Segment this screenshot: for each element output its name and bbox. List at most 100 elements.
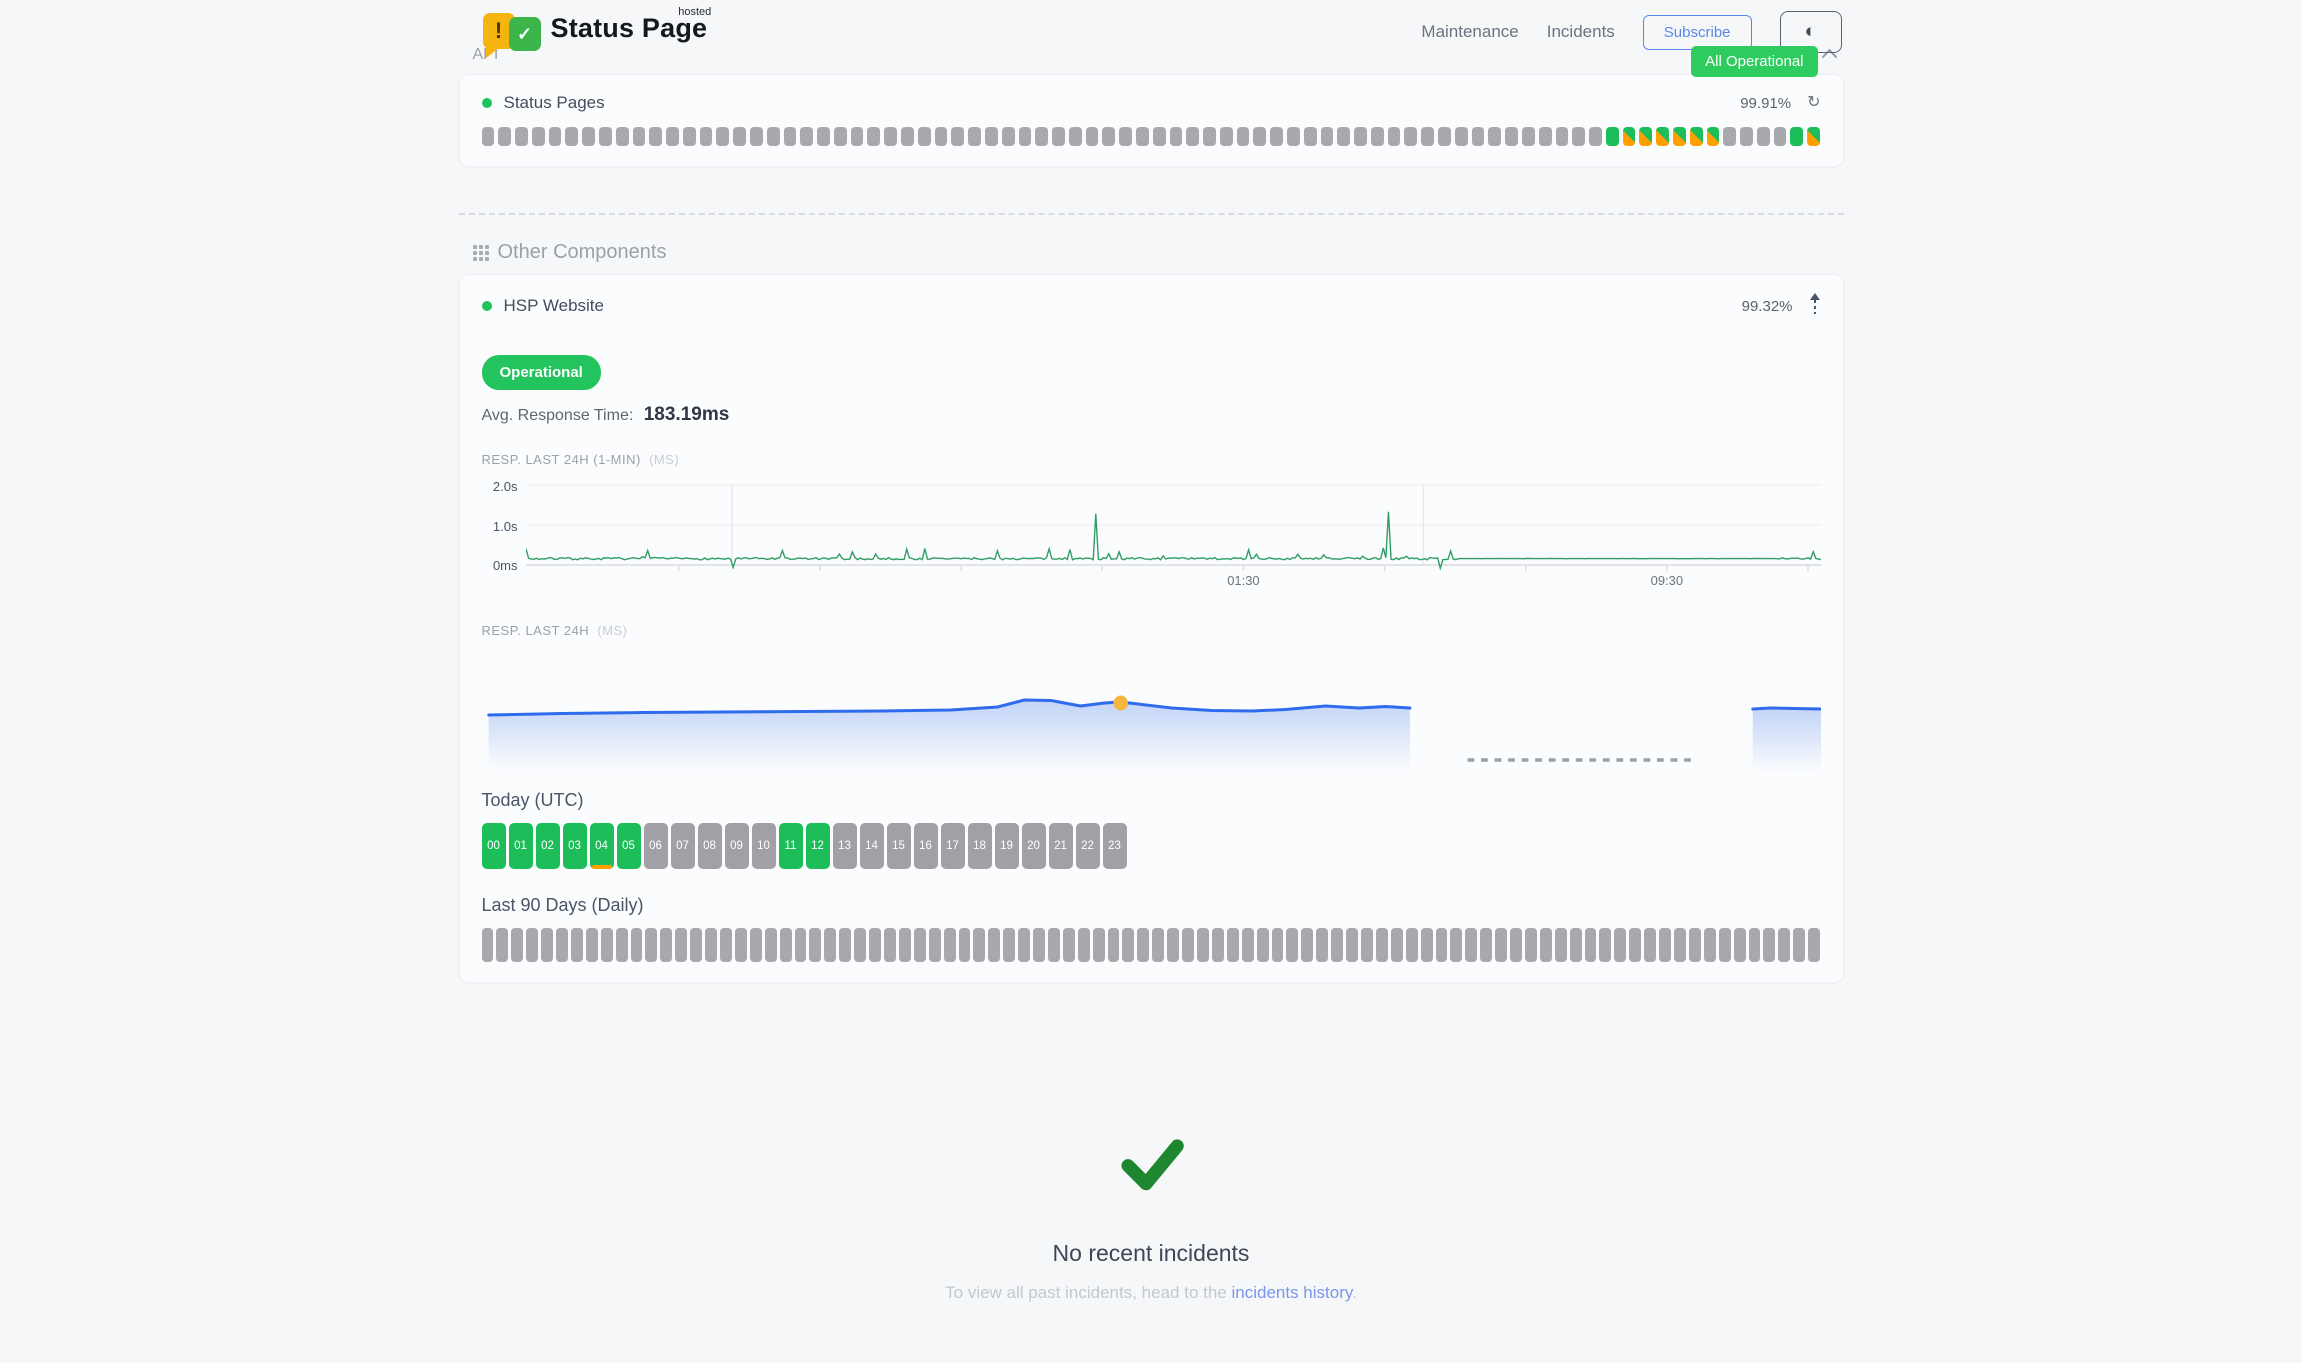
uptime-bar[interactable] (660, 928, 672, 962)
hour-block[interactable]: 00 (482, 823, 506, 869)
uptime-bar[interactable] (1086, 127, 1099, 146)
uptime-bar[interactable] (1757, 127, 1770, 146)
uptime-bar[interactable] (1316, 928, 1328, 962)
uptime-bar[interactable] (1421, 928, 1433, 962)
uptime-bar[interactable] (1093, 928, 1105, 962)
uptime-bar[interactable] (1346, 928, 1358, 962)
hour-block[interactable]: 06 (644, 823, 668, 869)
uptime-bar[interactable] (1790, 127, 1803, 146)
uptime-bar[interactable] (1286, 928, 1298, 962)
uptime-bar[interactable] (1472, 127, 1485, 146)
uptime-bar[interactable] (1505, 127, 1518, 146)
uptime-bar[interactable] (1078, 928, 1090, 962)
uptime-bar[interactable] (1589, 127, 1602, 146)
uptime-bar[interactable] (599, 127, 612, 146)
uptime-bar[interactable] (1614, 928, 1626, 962)
hour-block[interactable]: 08 (698, 823, 722, 869)
uptime-bar[interactable] (795, 928, 807, 962)
hour-block[interactable]: 12 (806, 823, 830, 869)
uptime-bar[interactable] (1182, 928, 1194, 962)
uptime-bar[interactable] (1388, 127, 1401, 146)
uptime-bar[interactable] (633, 127, 646, 146)
uptime-bar[interactable] (1525, 928, 1537, 962)
uptime-bar[interactable] (733, 127, 746, 146)
uptime-bar[interactable] (1689, 928, 1701, 962)
uptime-bar[interactable] (1465, 928, 1477, 962)
hour-block[interactable]: 19 (995, 823, 1019, 869)
uptime-bar[interactable] (1690, 127, 1703, 146)
uptime-bar[interactable] (1212, 928, 1224, 962)
uptime-bar[interactable] (1793, 928, 1805, 962)
refresh-icon[interactable]: ↻ (1807, 95, 1820, 111)
uptime-bar[interactable] (1153, 127, 1166, 146)
uptime-bar[interactable] (1436, 928, 1448, 962)
uptime-bar[interactable] (1778, 928, 1790, 962)
app-logo[interactable]: ! ✓ hosted Status Page (483, 9, 708, 55)
uptime-bar[interactable] (1270, 127, 1283, 146)
uptime-bar[interactable] (586, 928, 598, 962)
uptime-bar[interactable] (1069, 127, 1082, 146)
uptime-bar[interactable] (1749, 928, 1761, 962)
uptime-bar[interactable] (511, 928, 523, 962)
uptime-bar[interactable] (929, 928, 941, 962)
uptime-bar[interactable] (716, 127, 729, 146)
uptime-bar[interactable] (1237, 127, 1250, 146)
uptime-bar[interactable] (884, 127, 897, 146)
uptime-bar[interactable] (1570, 928, 1582, 962)
uptime-bar[interactable] (631, 928, 643, 962)
uptime-bar[interactable] (1406, 928, 1418, 962)
uptime-bar[interactable] (1203, 127, 1216, 146)
uptime-bar[interactable] (914, 928, 926, 962)
uptime-bar[interactable] (1480, 928, 1492, 962)
uptime-bar[interactable] (1704, 928, 1716, 962)
uptime-bar[interactable] (683, 127, 696, 146)
uptime-bar[interactable] (1673, 127, 1686, 146)
uptime-bar[interactable] (1170, 127, 1183, 146)
uptime-bar[interactable] (834, 127, 847, 146)
hour-block[interactable]: 01 (509, 823, 533, 869)
uptime-bar[interactable] (645, 928, 657, 962)
uptime-bar[interactable] (1186, 127, 1199, 146)
uptime-bar[interactable] (884, 928, 896, 962)
uptime-bar[interactable] (968, 127, 981, 146)
uptime-bar[interactable] (765, 928, 777, 962)
uptime-bar[interactable] (1136, 127, 1149, 146)
uptime-bar[interactable] (1495, 928, 1507, 962)
uptime-bar[interactable] (532, 127, 545, 146)
hour-block[interactable]: 23 (1103, 823, 1127, 869)
uptime-bar[interactable] (1404, 127, 1417, 146)
uptime-bar[interactable] (1257, 928, 1269, 962)
uptime-bar[interactable] (666, 127, 679, 146)
uptime-bar[interactable] (901, 127, 914, 146)
uptime-bar[interactable] (1659, 928, 1671, 962)
uptime-bar[interactable] (1304, 127, 1317, 146)
hour-block[interactable]: 05 (617, 823, 641, 869)
uptime-bar[interactable] (1102, 127, 1115, 146)
uptime-bar[interactable] (1052, 127, 1065, 146)
uptime-bar[interactable] (1063, 928, 1075, 962)
uptime-bar[interactable] (1629, 928, 1641, 962)
uptime-bar[interactable] (1220, 127, 1233, 146)
uptime-bar[interactable] (1644, 928, 1656, 962)
uptime-bar[interactable] (780, 928, 792, 962)
uptime-bar[interactable] (1539, 127, 1552, 146)
hour-block[interactable]: 14 (860, 823, 884, 869)
uptime-bar[interactable] (1242, 928, 1254, 962)
uptime-bar[interactable] (582, 127, 595, 146)
uptime-bar[interactable] (705, 928, 717, 962)
uptime-bar[interactable] (1002, 127, 1015, 146)
uptime-bar[interactable] (1455, 127, 1468, 146)
uptime-bar[interactable] (1019, 127, 1032, 146)
uptime-bar[interactable] (700, 127, 713, 146)
scroll-top-arrow-icon[interactable] (1809, 293, 1821, 319)
uptime-bar[interactable] (1488, 127, 1501, 146)
uptime-bar[interactable] (541, 928, 553, 962)
uptime-bar[interactable] (899, 928, 911, 962)
uptime-bar[interactable] (1371, 127, 1384, 146)
uptime-bar[interactable] (750, 127, 763, 146)
uptime-bar[interactable] (1122, 928, 1134, 962)
uptime-bar[interactable] (1639, 127, 1652, 146)
uptime-bar[interactable] (1522, 127, 1535, 146)
uptime-bar[interactable] (1227, 928, 1239, 962)
uptime-bar[interactable] (1438, 127, 1451, 146)
